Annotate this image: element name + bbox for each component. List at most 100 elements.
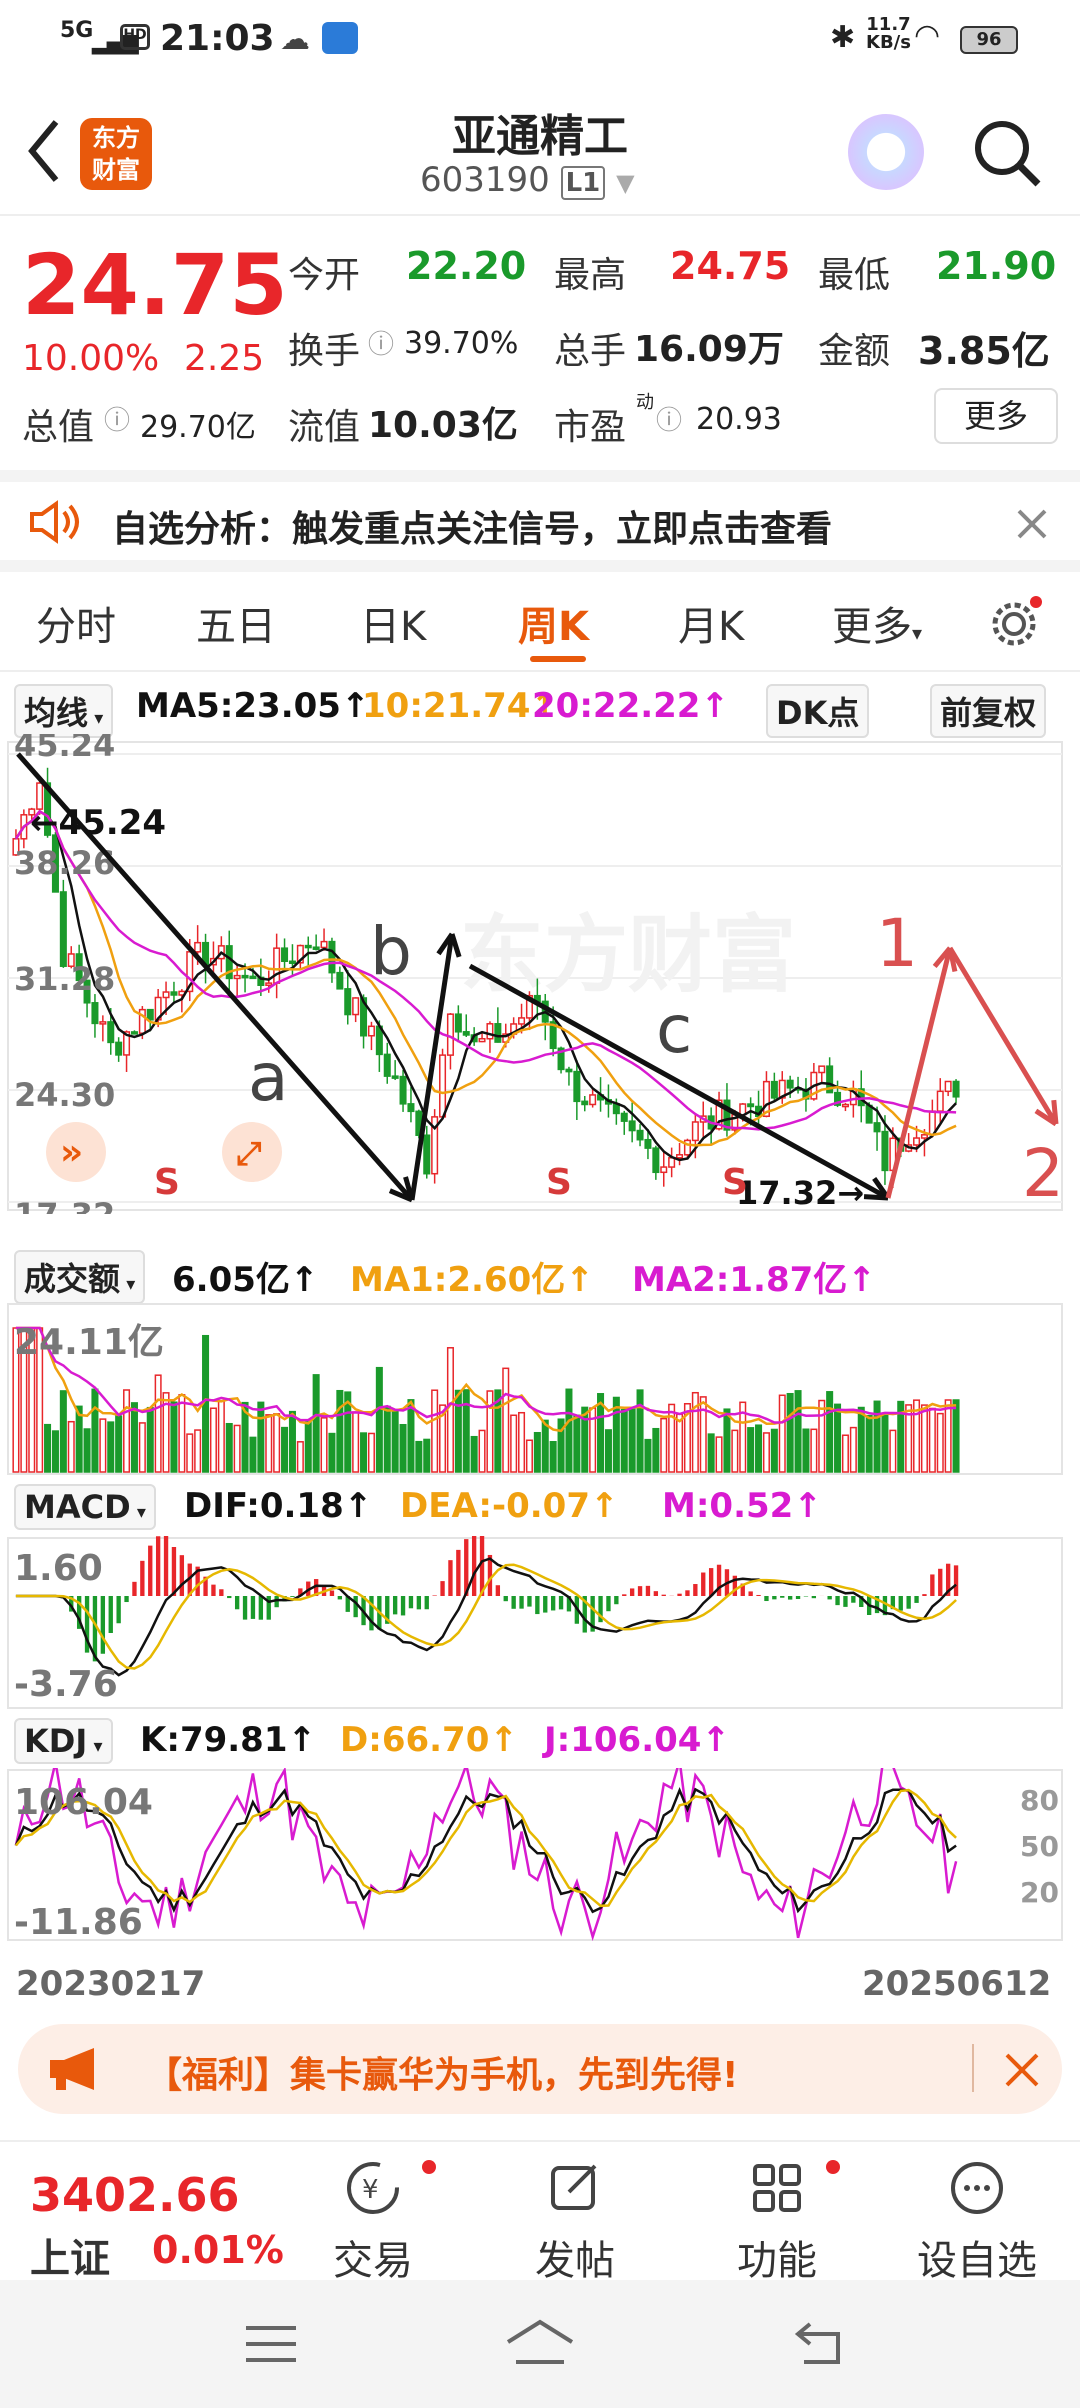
settings-gear-icon[interactable]	[988, 596, 1044, 652]
info-icon[interactable]: ⓘ	[104, 400, 130, 437]
volume-bar	[233, 1424, 241, 1473]
volume-bar	[296, 1441, 304, 1473]
analysis-notice[interactable]: 自选分析：触发重点关注信号，立即点击查看	[0, 470, 1080, 572]
ma-indicator-selector[interactable]: 均线 ▾	[14, 684, 114, 738]
nav-trade[interactable]: ¥ 交易	[298, 2158, 448, 2286]
macd-indicator-label: MACD	[24, 1488, 131, 1526]
open-value: 22.20	[406, 244, 527, 288]
volume-bar	[707, 1433, 715, 1473]
wave-2-arrow	[947, 946, 1059, 1126]
volume-bar	[431, 1389, 439, 1473]
volume-bar	[952, 1399, 960, 1473]
volume-bar	[778, 1394, 786, 1473]
eastmoney-logo[interactable]: 东方 财富	[80, 118, 152, 190]
kdj-level-label: 80	[1020, 1784, 1059, 1817]
caret-down-icon: ▾	[120, 1274, 136, 1295]
more-button[interactable]: 更多	[934, 388, 1058, 444]
volume-value: 16.09万	[634, 329, 784, 370]
fullscreen-icon: ⤢	[236, 1134, 262, 1172]
volume-bar	[383, 1405, 391, 1473]
volume-bar	[755, 1424, 763, 1473]
volume-bar	[834, 1403, 842, 1473]
volume-bar	[676, 1413, 684, 1473]
index-value[interactable]: 3402.66	[30, 2168, 240, 2222]
wave-label-1: 1	[876, 905, 918, 982]
nav-function[interactable]: 功能	[702, 2158, 852, 2286]
volume-bar	[367, 1432, 375, 1473]
tab-daily-k[interactable]: 日K	[360, 594, 426, 652]
candle	[818, 1065, 826, 1074]
volume-bar	[83, 1428, 91, 1473]
macd-top-label: 1.60	[14, 1548, 103, 1589]
tab-intraday[interactable]: 分时	[36, 594, 116, 652]
tab-monthly-k[interactable]: 月K	[678, 594, 744, 652]
close-icon[interactable]	[1016, 508, 1048, 540]
kline-chart-area[interactable]: 均线 ▾ MA5:23.05↑ 10:21.74↑ 20:22.22↑ DK点 …	[0, 672, 1080, 2014]
volume-chart[interactable]: 24.11亿	[0, 1302, 1080, 1482]
tab-five-day[interactable]: 五日	[196, 594, 276, 652]
search-icon[interactable]	[972, 118, 1044, 190]
volume-bar	[518, 1411, 526, 1473]
candle	[936, 1090, 944, 1112]
close-icon[interactable]	[1004, 2052, 1040, 2088]
info-icon[interactable]: ⓘ	[368, 324, 394, 361]
candle	[312, 946, 320, 950]
ma-indicator-label: 均线	[24, 694, 89, 732]
system-navigation-bar	[0, 2280, 1080, 2408]
candle	[881, 1130, 889, 1172]
volume-bar	[762, 1432, 770, 1473]
macd-indicator-selector[interactable]: MACD ▾	[14, 1484, 156, 1530]
turnover-label: 换手	[288, 331, 361, 372]
nav-post[interactable]: 发帖	[500, 2158, 650, 2286]
stock-name: 亚通精工	[452, 111, 628, 162]
kdj-indicator-label: KDJ	[24, 1722, 88, 1760]
kdj-k: K:79.81↑	[140, 1720, 316, 1760]
back-icon[interactable]	[794, 2320, 850, 2370]
candle	[344, 988, 352, 1016]
index-name[interactable]: 上证	[30, 2226, 110, 2284]
turnover-value: 39.70%	[404, 326, 519, 361]
volume-bar	[281, 1426, 289, 1473]
volume-bar	[273, 1413, 281, 1473]
home-icon[interactable]	[504, 2318, 576, 2368]
volume-value: 6.05亿↑	[172, 1260, 319, 1300]
candle	[383, 1053, 391, 1077]
volume-bar	[51, 1430, 59, 1473]
volume-bar	[209, 1407, 217, 1473]
candle	[478, 1037, 486, 1043]
menu-icon[interactable]	[244, 2322, 298, 2366]
volume-bar	[336, 1389, 344, 1473]
volume-bar	[194, 1429, 202, 1473]
adjust-button[interactable]: 前复权	[930, 684, 1047, 738]
kdj-chart[interactable]: 106.04 -11.86 80 50 20	[0, 1768, 1080, 1958]
bottom-navigation: 3402.66 上证 0.01% ¥ 交易 发帖 功能 设自选	[0, 2140, 1080, 2284]
volume-bar	[747, 1427, 755, 1473]
notification-dot	[826, 2160, 840, 2174]
candle	[446, 1013, 454, 1056]
volume-top-label: 24.11亿	[14, 1322, 164, 1363]
robot-assistant-avatar[interactable]	[848, 114, 924, 190]
candle	[691, 1121, 699, 1142]
kdj-indicator-selector[interactable]: KDJ ▾	[14, 1718, 113, 1764]
macd-chart[interactable]: 1.60 -3.76	[0, 1536, 1080, 1718]
stock-code-row[interactable]: 603190 L1 ▼	[420, 160, 660, 200]
volume-bar	[510, 1414, 518, 1473]
volume-bar	[715, 1436, 723, 1473]
volume-bar	[660, 1417, 668, 1473]
promo-banner[interactable]: 【福利】集卡赢华为手机，先到先得!	[18, 2024, 1062, 2114]
info-icon[interactable]: ⓘ	[656, 400, 682, 437]
dk-point-button[interactable]: DK点	[766, 684, 870, 738]
wave-c-arrow-head	[863, 1194, 889, 1201]
volume-bar	[423, 1438, 431, 1473]
nav-add-watchlist[interactable]: 设自选	[902, 2158, 1052, 2286]
volume-indicator-selector[interactable]: 成交额 ▾	[14, 1250, 146, 1304]
tab-weekly-k[interactable]: 周K	[518, 594, 589, 652]
candlestick-chart[interactable]: 东方财富45.2438.2631.2824.3017.32←45.2417.32…	[0, 734, 1080, 1214]
kdj-k-line	[14, 1786, 957, 1914]
trade-icon: ¥	[347, 2162, 399, 2214]
kdj-j: J:106.04↑	[544, 1720, 730, 1760]
tab-more[interactable]: 更多▾	[832, 594, 922, 652]
candle	[462, 1031, 470, 1036]
candle	[336, 971, 344, 990]
back-arrow-icon[interactable]	[24, 116, 64, 186]
